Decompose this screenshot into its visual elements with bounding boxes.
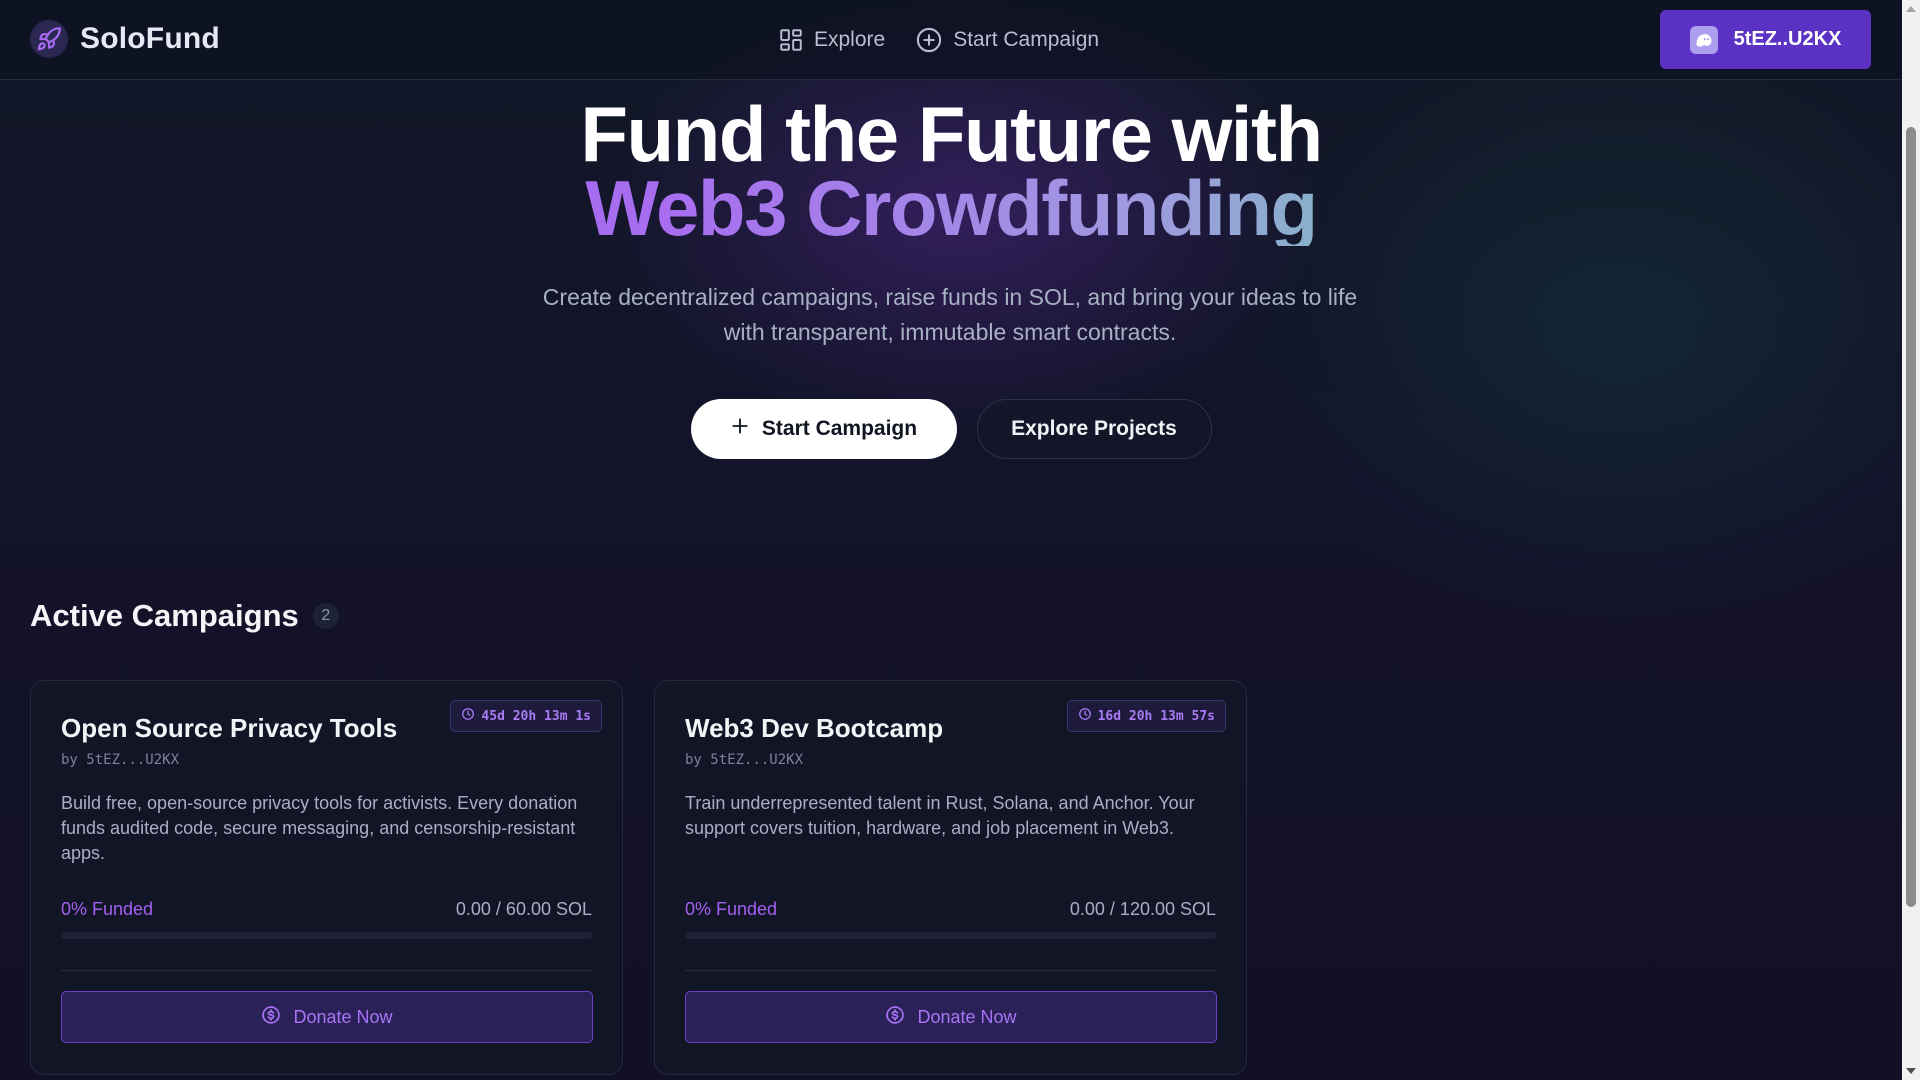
campaign-description: Train underrepresented talent in Rust, S… <box>685 793 1195 838</box>
funding-progress-bar <box>61 932 593 939</box>
hero-cta-row: Start Campaign Explore Projects <box>0 399 1902 459</box>
top-nav-bar: SoloFund Explore Start Campaign 5tEZ..U2… <box>0 0 1902 80</box>
funded-percent: 0% Funded <box>685 899 778 919</box>
dollar-coin-icon <box>261 1005 281 1030</box>
donate-label: Donate Now <box>293 1006 393 1027</box>
countdown-badge: 45d 20h 13m 1s <box>450 700 602 732</box>
donate-label: Donate Now <box>917 1006 1017 1027</box>
explore-projects-button[interactable]: Explore Projects <box>976 399 1212 459</box>
grid-icon <box>778 27 804 53</box>
countdown-text: 16d 20h 13m 57s <box>1097 708 1215 724</box>
hero-subtitle: Create decentralized campaigns, raise fu… <box>542 284 1358 345</box>
start-campaign-button[interactable]: Start Campaign <box>690 399 957 459</box>
funded-percent: 0% Funded <box>61 899 154 919</box>
nav-item-label: Explore <box>814 28 886 51</box>
main-content: SoloFund Explore Start Campaign 5tEZ..U2… <box>0 0 1902 1080</box>
campaign-description: Build free, open-source privacy tools fo… <box>61 793 578 863</box>
explore-projects-label: Explore Projects <box>1011 417 1177 440</box>
donate-button[interactable]: Donate Now <box>61 991 593 1043</box>
funding-goal: 0.00 / 120.00 SOL <box>1069 899 1216 919</box>
dollar-coin-icon <box>885 1005 905 1030</box>
hero-title: Fund the Future with Web3 Crowdfunding <box>0 90 1902 247</box>
hero-title-line1: Fund the Future with <box>580 90 1323 178</box>
phantom-ghost-icon <box>1689 25 1718 54</box>
rocket-icon <box>30 20 68 58</box>
scrollbar-thumb[interactable] <box>1906 127 1916 907</box>
nav-item-explore[interactable]: Explore <box>778 26 885 54</box>
wallet-button[interactable]: 5tEZ..U2KX <box>1660 10 1871 69</box>
scroll-up-arrow-icon[interactable] <box>1906 6 1916 12</box>
clock-icon <box>1078 707 1092 725</box>
start-campaign-label: Start Campaign <box>761 417 918 440</box>
donate-button[interactable]: Donate Now <box>685 991 1217 1043</box>
funding-goal: 0.00 / 60.00 SOL <box>455 899 592 919</box>
hero-title-line2: Web3 Crowdfunding <box>0 169 1902 247</box>
card-divider <box>61 970 593 971</box>
vertical-scrollbar[interactable] <box>1902 0 1920 1080</box>
campaign-card[interactable]: Web3 Dev Bootcamp 16d 20h 13m 57s by 5tE… <box>654 680 1247 1075</box>
nav-item-label: Start Campaign <box>953 28 1100 51</box>
campaign-count-badge: 2 <box>312 603 339 629</box>
campaign-creator: by 5tEZ...U2KX <box>61 752 180 768</box>
wallet-address: 5tEZ..U2KX <box>1733 28 1842 50</box>
plus-circle-icon <box>915 26 943 54</box>
clock-icon <box>461 707 475 725</box>
campaign-title: Open Source Privacy Tools <box>61 713 398 743</box>
funding-progress-bar <box>685 932 1217 939</box>
brand-name: SoloFund <box>80 22 220 55</box>
campaign-card[interactable]: Open Source Privacy Tools 45d 20h 13m 1s… <box>30 680 623 1075</box>
plus-icon <box>730 416 750 442</box>
countdown-badge: 16d 20h 13m 57s <box>1066 700 1226 732</box>
countdown-text: 45d 20h 13m 1s <box>481 708 591 724</box>
section-title: Active Campaigns <box>30 598 299 633</box>
campaigns-section-header: Active Campaigns 2 <box>30 598 339 634</box>
campaign-creator: by 5tEZ...U2KX <box>685 752 804 768</box>
campaign-title: Web3 Dev Bootcamp <box>685 713 944 743</box>
scroll-down-arrow-icon[interactable] <box>1906 1068 1916 1074</box>
main-nav: Explore Start Campaign <box>778 26 1099 54</box>
nav-item-start-campaign[interactable]: Start Campaign <box>915 26 1099 54</box>
card-divider <box>685 970 1217 971</box>
brand[interactable]: SoloFund <box>30 20 220 58</box>
